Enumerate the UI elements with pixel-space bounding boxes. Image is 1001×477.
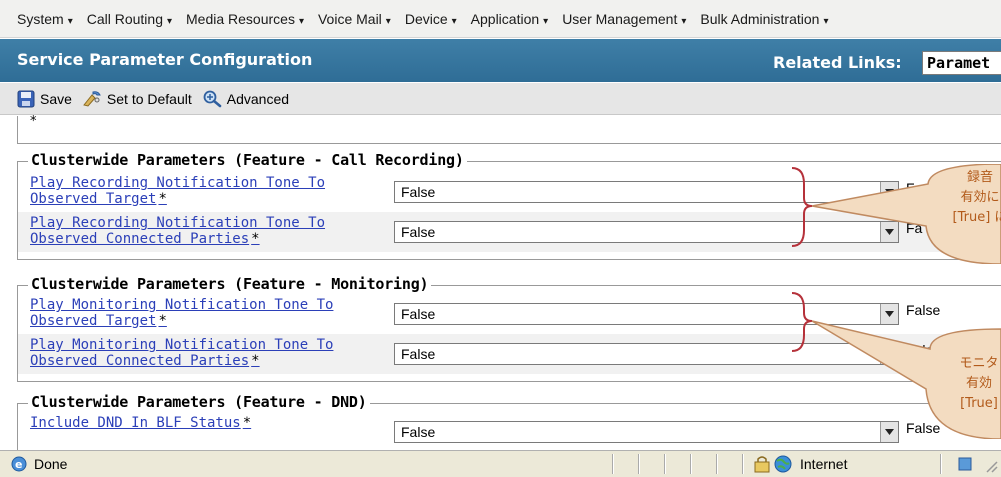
parameter-content: * Clusterwide Parameters (Feature - Call…	[0, 114, 1001, 463]
param-link[interactable]: Play Monitoring Notification Tone To Obse…	[30, 337, 370, 369]
page-title: Service Parameter Configuration	[17, 50, 313, 69]
param-row: Include DND In BLF Status * False False	[18, 412, 1001, 452]
default-value: False	[906, 342, 941, 358]
lock-status-icon	[754, 456, 770, 473]
param-row: Play Monitoring Notification Tone To Obse…	[18, 294, 1001, 334]
save-button[interactable]: Save	[17, 90, 72, 108]
param-value-select[interactable]: False	[394, 221, 899, 243]
menu-user-management[interactable]: User Management ▾	[562, 11, 686, 27]
globe-icon	[774, 455, 792, 473]
section-legend: Clusterwide Parameters (Feature - Monito…	[28, 275, 432, 293]
param-link[interactable]: Play Recording Notification Tone To Obser…	[30, 175, 370, 207]
default-value: Fa	[906, 220, 923, 236]
related-links-label: Related Links:	[773, 53, 902, 72]
related-links-select[interactable]: Paramet	[922, 51, 1001, 75]
menu-application[interactable]: Application ▾	[471, 11, 549, 27]
param-row: Play Recording Notification Tone To Obser…	[18, 172, 1001, 212]
chevron-down-icon: ▾	[451, 15, 457, 27]
svg-text:e: e	[15, 458, 22, 471]
magnifier-icon	[203, 90, 222, 107]
dropdown-arrow-icon	[880, 222, 898, 242]
chevron-down-icon: ▾	[681, 15, 687, 27]
chevron-down-icon: ▾	[543, 15, 549, 27]
chevron-down-icon: ▾	[166, 15, 173, 27]
chevron-down-icon: ▾	[823, 15, 829, 27]
menu-media-resources[interactable]: Media Resources ▾	[186, 11, 304, 27]
param-value-select[interactable]: False	[394, 343, 899, 365]
default-value: False	[906, 420, 941, 436]
chevron-down-icon: ▾	[67, 15, 73, 27]
param-value-select[interactable]: False	[394, 181, 899, 203]
status-indicator-icon	[958, 457, 972, 471]
save-icon	[17, 90, 35, 107]
menu-bulk-administration[interactable]: Bulk Administration ▾	[700, 11, 828, 27]
param-link[interactable]: Include DND In BLF Status *	[30, 415, 370, 431]
default-value: False	[906, 302, 941, 318]
section-call-recording: Clusterwide Parameters (Feature - Call R…	[17, 151, 1001, 260]
browser-status-bar: e Done Internet	[0, 450, 1001, 477]
chevron-down-icon: ▾	[298, 15, 304, 27]
param-link[interactable]: Play Monitoring Notification Tone To Obse…	[30, 297, 370, 329]
top-menu-bar: System ▾ Call Routing ▾ Media Resources ▾ V…	[0, 0, 1001, 38]
status-text: Done	[34, 456, 68, 472]
callout-monitoring-text: モニタ 有効 [True]	[959, 356, 999, 411]
security-zone-text: Internet	[800, 456, 848, 472]
toolbar: Save Set to Default Advanced	[0, 83, 1001, 115]
section-legend: Clusterwide Parameters (Feature - DND)	[28, 393, 370, 411]
set-default-icon	[83, 90, 101, 107]
param-link[interactable]: Play Recording Notification Tone To Obser…	[30, 215, 370, 247]
previous-section-fragment: *	[17, 114, 1001, 144]
set-to-default-button[interactable]: Set to Default	[82, 90, 192, 108]
param-value-select[interactable]: False	[394, 303, 899, 325]
menu-device[interactable]: Device ▾	[405, 11, 457, 27]
dropdown-arrow-icon	[880, 422, 898, 442]
advanced-button[interactable]: Advanced	[202, 90, 289, 108]
section-monitoring: Clusterwide Parameters (Feature - Monito…	[17, 275, 1001, 382]
ie-page-icon: e	[11, 456, 27, 472]
menu-voice-mail[interactable]: Voice Mail ▾	[318, 11, 391, 27]
dropdown-arrow-icon	[880, 344, 898, 364]
param-value-select[interactable]: False	[394, 421, 899, 443]
param-row: Play Monitoring Notification Tone To Obse…	[18, 334, 1001, 374]
chevron-down-icon: ▾	[385, 15, 391, 27]
resize-grip-icon[interactable]	[982, 457, 998, 473]
param-row: Play Recording Notification Tone To Obser…	[18, 212, 1001, 252]
page-header: Service Parameter Configuration Related …	[0, 39, 1001, 82]
menu-system[interactable]: System ▾	[17, 11, 73, 27]
callout-recording-text: 録音 有効に [True] に	[952, 170, 1001, 225]
dropdown-arrow-icon	[880, 304, 898, 324]
dropdown-arrow-icon	[880, 182, 898, 202]
section-legend: Clusterwide Parameters (Feature - Call R…	[28, 151, 467, 169]
default-value: F	[906, 180, 915, 196]
menu-call-routing[interactable]: Call Routing ▾	[87, 11, 172, 27]
